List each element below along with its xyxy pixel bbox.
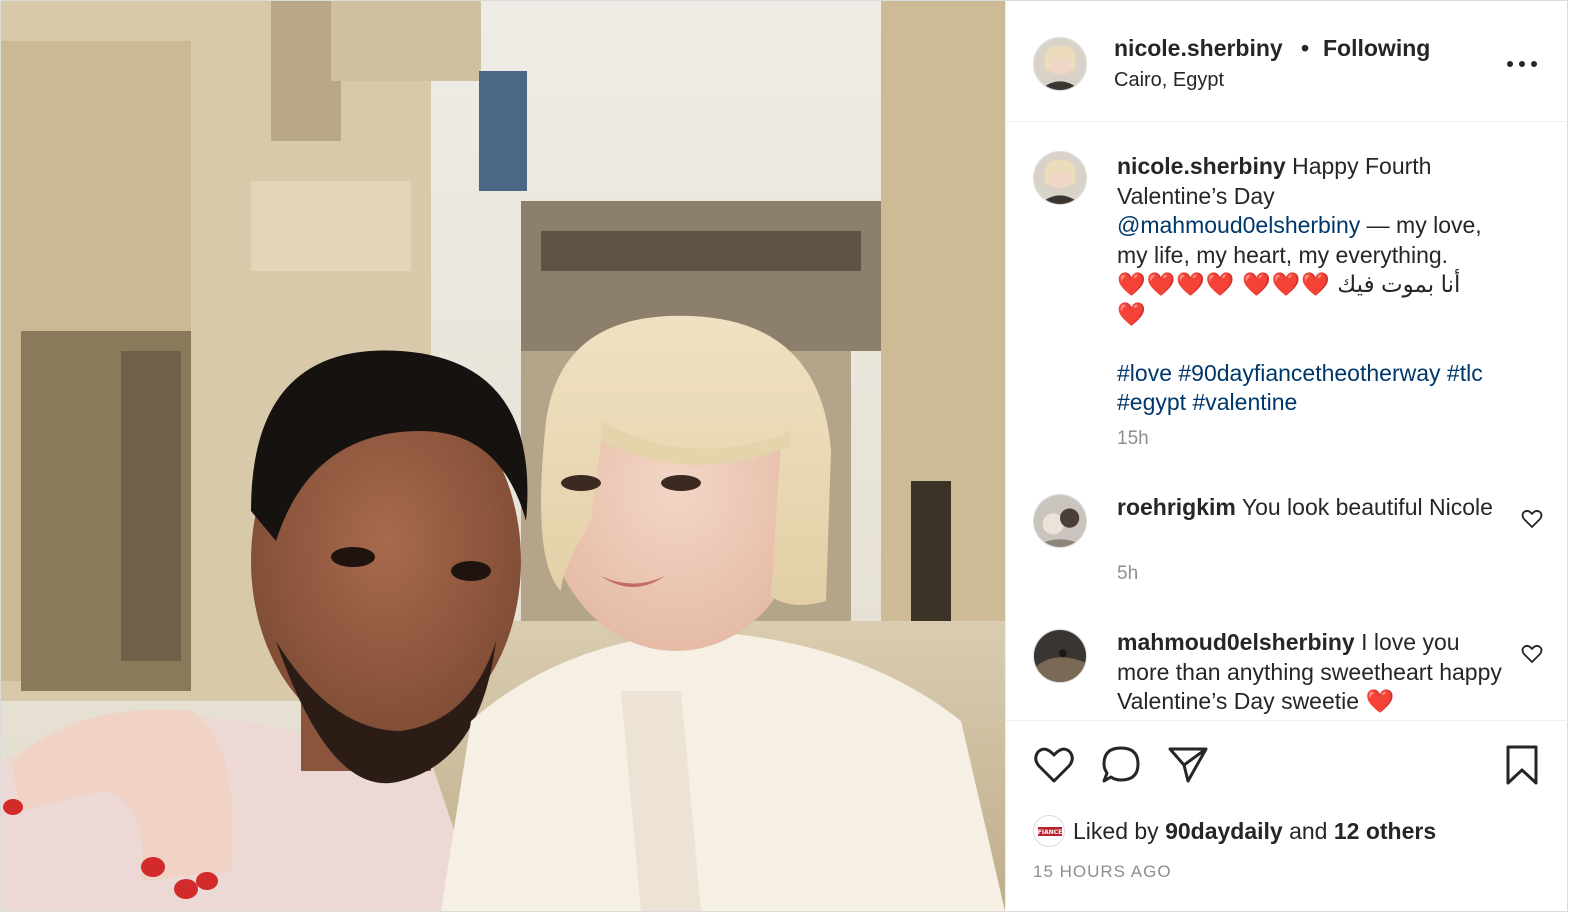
liker-avatar-logo: FIANCE <box>1034 816 1064 846</box>
likes-others[interactable]: 12 others <box>1334 818 1436 845</box>
post-header: nicole.sherbiny • Following Cairo, Egypt <box>1006 1 1568 122</box>
comment-heart-emoji: ❤️ <box>1365 688 1396 714</box>
following-button[interactable]: Following <box>1323 35 1430 62</box>
instagram-post: nicole.sherbiny • Following Cairo, Egypt <box>0 0 1568 912</box>
comment-body: You look beautiful Nicole <box>1241 494 1493 520</box>
heart-emoji-group-3: ❤️ <box>1117 300 1146 327</box>
hashtag-love[interactable]: #love <box>1117 360 1172 386</box>
avatar-image <box>1034 152 1086 204</box>
liker-avatar[interactable]: FIANCE <box>1033 815 1065 847</box>
post-photo-illustration <box>1 1 1005 911</box>
heart-icon[interactable] <box>1032 743 1076 787</box>
comment-like-heart-icon[interactable] <box>1520 507 1544 531</box>
author-username[interactable]: nicole.sherbiny <box>1114 35 1283 62</box>
comment-text: mahmoud0elsherbiny I love you more than … <box>1117 628 1512 717</box>
comment-item: roehrigkim You look beautiful Nicole 5h <box>1006 493 1568 603</box>
post-timestamp[interactable]: 15 HOURS AGO <box>1033 862 1172 882</box>
likes-middle: and <box>1289 817 1328 844</box>
caption-text: nicole.sherbiny Happy Fourth Valentine’s… <box>1117 152 1512 418</box>
comment-avatar[interactable] <box>1033 629 1087 683</box>
caption-mention[interactable]: @mahmoud0elsherbiny <box>1117 212 1360 238</box>
comment-username[interactable]: mahmoud0elsherbiny <box>1117 629 1355 655</box>
heart-emoji-group-1: ❤️❤️❤️❤️ <box>1117 271 1236 297</box>
comment-icon[interactable] <box>1099 743 1143 787</box>
heart-emoji-group-2: ❤️❤️❤️ <box>1241 271 1331 297</box>
avatar-image <box>1034 38 1086 90</box>
bookmark-icon[interactable] <box>1500 743 1544 787</box>
caption: nicole.sherbiny Happy Fourth Valentine’s… <box>1006 123 1568 463</box>
location-link[interactable]: Cairo, Egypt <box>1114 69 1224 92</box>
likes-summary[interactable]: FIANCE Liked by 90daydaily and 12 others <box>1033 813 1436 849</box>
avatar-image <box>1034 630 1086 682</box>
hashtag-tlc[interactable]: #tlc <box>1447 360 1483 386</box>
post-photo[interactable] <box>1 1 1005 911</box>
caption-avatar[interactable] <box>1033 151 1087 205</box>
author-avatar[interactable] <box>1033 37 1087 91</box>
comments-list[interactable]: nicole.sherbiny Happy Fourth Valentine’s… <box>1006 123 1568 720</box>
caption-username[interactable]: nicole.sherbiny <box>1117 153 1286 179</box>
caption-arabic: أنا بموت فيك <box>1337 271 1461 297</box>
liker-avatar-text: FIANCE <box>1038 829 1063 836</box>
caption-time[interactable]: 15h <box>1117 428 1149 450</box>
likes-user[interactable]: 90daydaily <box>1165 818 1283 845</box>
avatar-image <box>1034 495 1086 547</box>
share-icon[interactable] <box>1166 743 1210 787</box>
comment-avatar[interactable] <box>1033 494 1087 548</box>
comment-username[interactable]: roehrigkim <box>1117 494 1236 520</box>
comment-time[interactable]: 5h <box>1117 563 1138 585</box>
post-actions: FIANCE Liked by 90daydaily and 12 others… <box>1006 720 1568 911</box>
hashtag-90dayfiancetheotherway[interactable]: #90dayfiancetheotherway <box>1178 360 1440 386</box>
likes-prefix: Liked by <box>1073 817 1159 844</box>
hashtag-valentine[interactable]: #valentine <box>1192 389 1297 415</box>
post-side-panel: nicole.sherbiny • Following Cairo, Egypt <box>1005 1 1568 911</box>
comment-like-heart-icon[interactable] <box>1520 642 1544 666</box>
more-options-icon[interactable] <box>1502 49 1542 79</box>
comment-item: mahmoud0elsherbiny I love you more than … <box>1006 628 1568 720</box>
comment-text: roehrigkim You look beautiful Nicole <box>1117 493 1512 523</box>
header-separator: • <box>1301 35 1310 61</box>
hashtag-egypt[interactable]: #egypt <box>1117 389 1186 415</box>
